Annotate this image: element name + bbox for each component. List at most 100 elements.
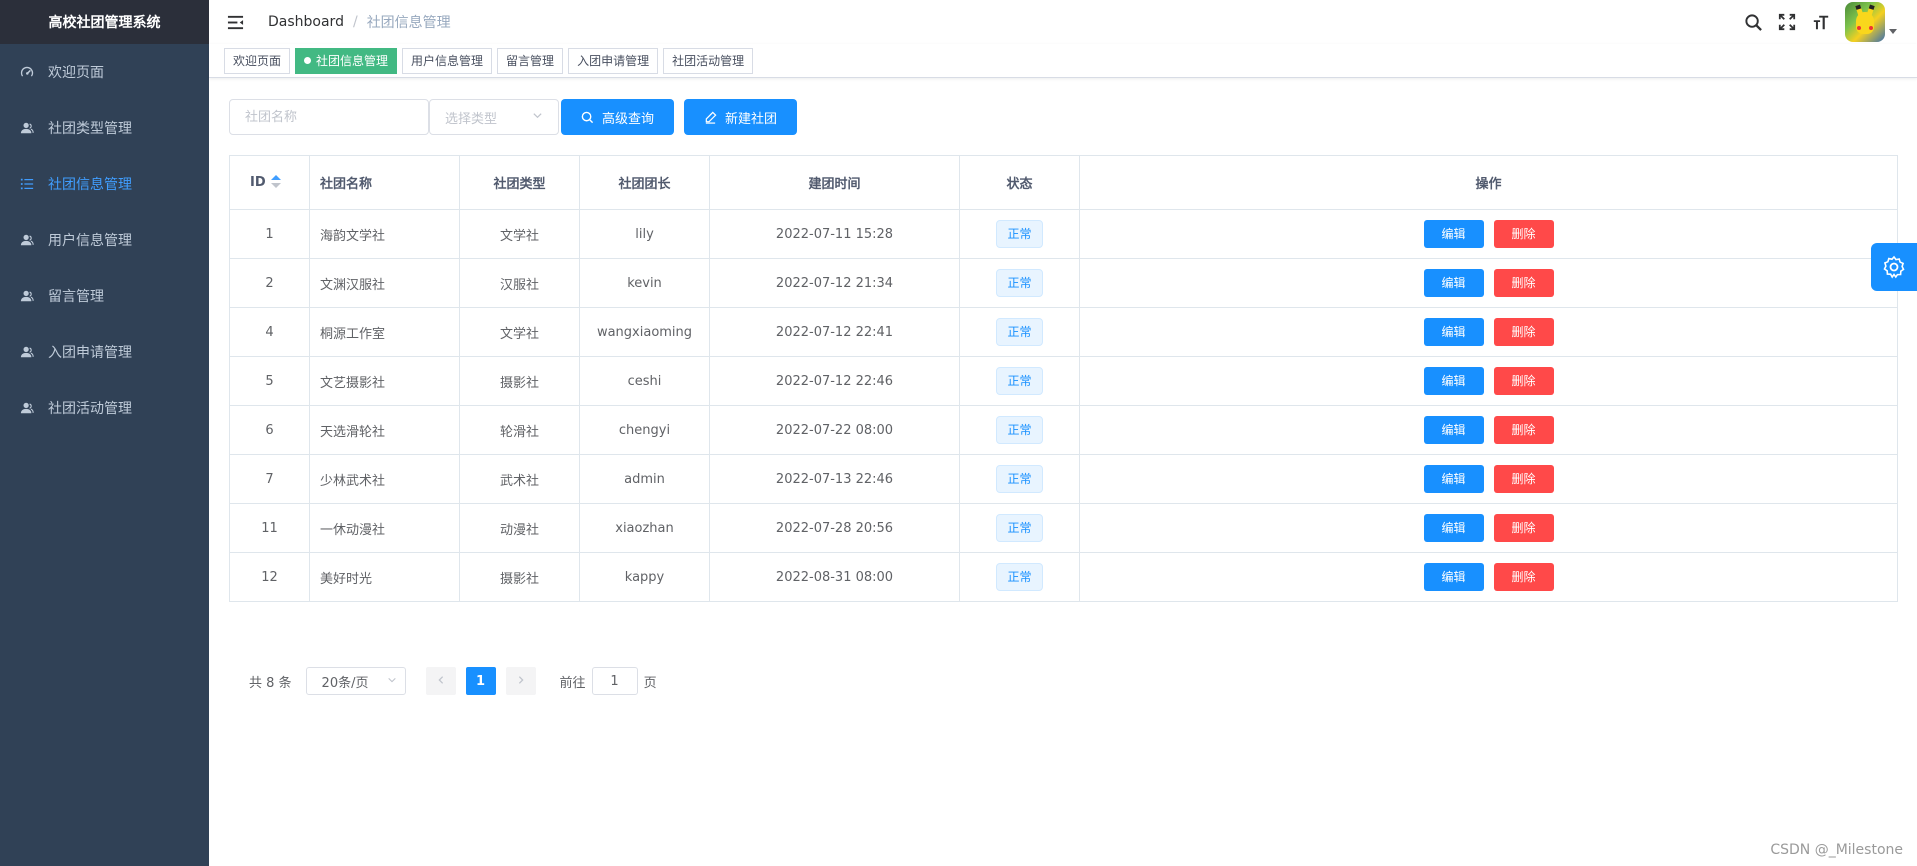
- cell-id: 2: [229, 258, 310, 308]
- cell-ops: 编辑 删除: [1079, 552, 1898, 602]
- cell-status: 正常: [959, 356, 1080, 406]
- pagination: 共 8 条 20条/页 1 前往 页: [249, 667, 657, 695]
- breadcrumb-home[interactable]: Dashboard: [268, 14, 344, 30]
- cell-ops: 编辑 删除: [1079, 258, 1898, 308]
- search-icon[interactable]: [1743, 12, 1763, 32]
- edit-button[interactable]: 编辑: [1423, 416, 1484, 444]
- next-page-button[interactable]: [505, 667, 536, 695]
- breadcrumb-separator: /: [352, 14, 358, 30]
- cell-name: 少林武术社: [309, 454, 460, 504]
- search-icon: [581, 111, 602, 124]
- create-club-button[interactable]: 新建社团: [684, 99, 798, 135]
- tag-messages[interactable]: 留言管理: [497, 47, 564, 74]
- navbar: Dashboard / 社团信息管理: [209, 0, 1917, 44]
- active-dot-icon: [304, 56, 312, 64]
- sort-icon[interactable]: [270, 174, 281, 189]
- settings-button[interactable]: [1871, 243, 1917, 291]
- cell-leader: chengyi: [579, 405, 710, 455]
- status-badge: 正常: [996, 465, 1043, 493]
- prev-page-button[interactable]: [425, 667, 456, 695]
- page-number-button[interactable]: 1: [465, 667, 496, 695]
- sidebar-item-club-types[interactable]: 社团类型管理: [0, 100, 209, 156]
- edit-button[interactable]: 编辑: [1423, 465, 1484, 493]
- app-title: 高校社团管理系统: [0, 0, 209, 44]
- caret-down-icon[interactable]: [1889, 28, 1897, 34]
- tag-label: 欢迎页面: [233, 53, 282, 68]
- cell-type: 文学社: [459, 307, 580, 357]
- tag-applications[interactable]: 入团申请管理: [568, 47, 659, 74]
- club-table: ID 社团名称 社团类型 社团团长 建团时间 状态 操作 1 海韵文学社 文学社 li…: [229, 155, 1898, 602]
- filter-bar: 选择类型 高级查询 新建社团: [229, 99, 798, 135]
- cell-type: 汉服社: [459, 258, 580, 308]
- sidebar-item-messages[interactable]: 留言管理: [0, 268, 209, 324]
- cell-type: 武术社: [459, 454, 580, 504]
- cell-id: 1: [229, 209, 310, 259]
- delete-button[interactable]: 删除: [1493, 563, 1554, 591]
- user-icon: [20, 345, 34, 359]
- edit-button[interactable]: 编辑: [1423, 318, 1484, 346]
- sidebar-item-label: 欢迎页面: [48, 65, 104, 81]
- cell-leader: xiaozhan: [579, 503, 710, 553]
- tag-club-info[interactable]: 社团信息管理: [295, 47, 398, 74]
- tags-view: 欢迎页面 社团信息管理 用户信息管理 留言管理 入团申请管理 社团活动管理: [209, 44, 1917, 78]
- col-header-type: 社团类型: [459, 155, 580, 210]
- delete-button[interactable]: 删除: [1493, 269, 1554, 297]
- col-header-created: 建团时间: [709, 155, 960, 210]
- edit-button[interactable]: 编辑: [1423, 220, 1484, 248]
- cell-name: 美好时光: [309, 552, 460, 602]
- delete-button[interactable]: 删除: [1493, 514, 1554, 542]
- tag-welcome[interactable]: 欢迎页面: [224, 47, 291, 74]
- hamburger-icon[interactable]: [226, 13, 244, 31]
- edit-button[interactable]: 编辑: [1423, 367, 1484, 395]
- delete-button[interactable]: 删除: [1493, 416, 1554, 444]
- cell-name: 文渊汉服社: [309, 258, 460, 308]
- chevron-right-icon: [516, 674, 526, 689]
- advanced-search-button[interactable]: 高级查询: [561, 99, 675, 135]
- status-badge: 正常: [996, 514, 1043, 542]
- tag-activities[interactable]: 社团活动管理: [663, 47, 754, 74]
- table-row: 12 美好时光 摄影社 kappy 2022-08-31 08:00 正常 编辑 删除: [229, 552, 1898, 602]
- fullscreen-icon[interactable]: [1777, 12, 1797, 32]
- club-name-input[interactable]: [229, 99, 429, 135]
- edit-button[interactable]: 编辑: [1423, 563, 1484, 591]
- tag-label: 留言管理: [506, 53, 555, 68]
- cell-name: 文艺摄影社: [309, 356, 460, 406]
- delete-button[interactable]: 删除: [1493, 465, 1554, 493]
- col-header-id[interactable]: ID: [229, 155, 310, 210]
- page-size-select[interactable]: 20条/页: [305, 667, 406, 695]
- cell-created: 2022-07-11 15:28: [709, 209, 960, 259]
- col-header-status: 状态: [959, 155, 1080, 210]
- cell-created: 2022-07-13 22:46: [709, 454, 960, 504]
- cell-leader: kappy: [579, 552, 710, 602]
- cell-created: 2022-07-12 21:34: [709, 258, 960, 308]
- cell-ops: 编辑 删除: [1079, 356, 1898, 406]
- sidebar-item-activities[interactable]: 社团活动管理: [0, 380, 209, 436]
- cell-type: 摄影社: [459, 552, 580, 602]
- button-label: 高级查询: [602, 110, 655, 126]
- club-type-select[interactable]: 选择类型: [429, 99, 559, 135]
- cell-type: 摄影社: [459, 356, 580, 406]
- chevron-left-icon: [436, 674, 446, 689]
- table-row: 5 文艺摄影社 摄影社 ceshi 2022-07-12 22:46 正常 编辑 删除: [229, 356, 1898, 406]
- tag-user-info[interactable]: 用户信息管理: [402, 47, 493, 74]
- sidebar-item-label: 留言管理: [48, 289, 104, 305]
- cell-status: 正常: [959, 307, 1080, 357]
- sidebar-item-welcome[interactable]: 欢迎页面: [0, 44, 209, 100]
- cell-leader: ceshi: [579, 356, 710, 406]
- delete-button[interactable]: 删除: [1493, 367, 1554, 395]
- select-placeholder: 选择类型: [445, 111, 498, 127]
- goto-prefix: 前往: [559, 675, 586, 691]
- goto-page-input[interactable]: [591, 667, 638, 695]
- sidebar-item-club-info[interactable]: 社团信息管理: [0, 156, 209, 212]
- cell-type: 文学社: [459, 209, 580, 259]
- edit-button[interactable]: 编辑: [1423, 514, 1484, 542]
- delete-button[interactable]: 删除: [1493, 220, 1554, 248]
- delete-button[interactable]: 删除: [1493, 318, 1554, 346]
- avatar[interactable]: [1845, 2, 1885, 42]
- font-size-icon[interactable]: [1811, 12, 1831, 32]
- sidebar-item-user-info[interactable]: 用户信息管理: [0, 212, 209, 268]
- cell-name: 桐源工作室: [309, 307, 460, 357]
- sidebar-item-applications[interactable]: 入团申请管理: [0, 324, 209, 380]
- edit-button[interactable]: 编辑: [1423, 269, 1484, 297]
- table-row: 2 文渊汉服社 汉服社 kevin 2022-07-12 21:34 正常 编辑 删除: [229, 258, 1898, 308]
